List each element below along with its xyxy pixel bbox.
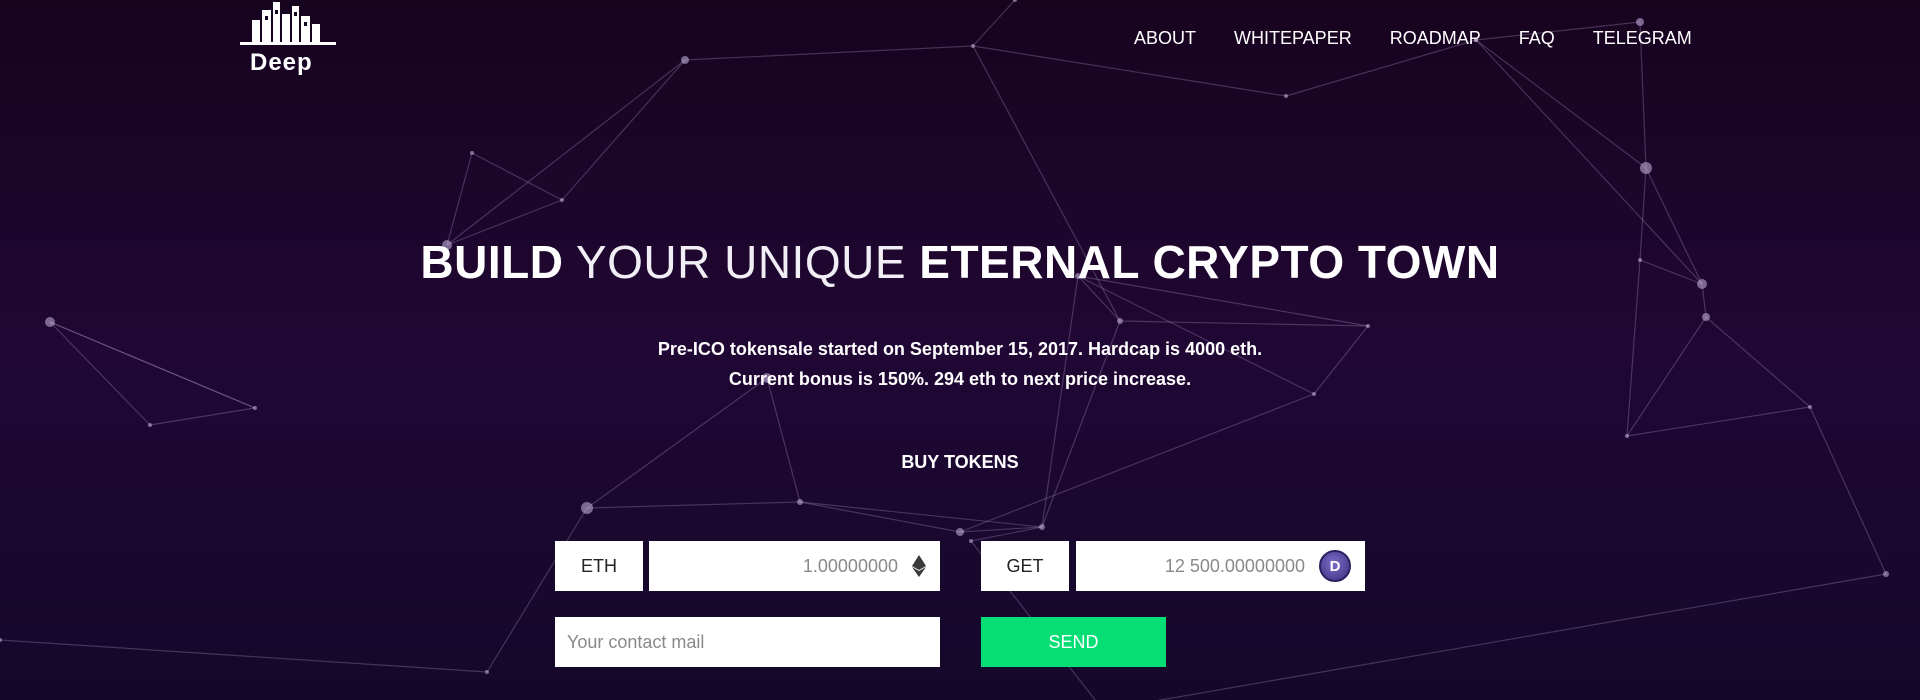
deep-coin-icon: D (1319, 550, 1351, 582)
presale-info: Pre-ICO tokensale started on September 1… (657, 339, 1263, 359)
headline-build: BUILD (420, 236, 564, 288)
nav-whitepaper[interactable]: WHITEPAPER (1234, 28, 1352, 49)
pay-currency-label: ETH (555, 541, 643, 591)
logo-wordmark: Deep (250, 49, 313, 76)
nav-about[interactable]: ABOUT (1134, 28, 1196, 49)
headline-eternal-crypto-town: ETERNAL CRYPTO TOWN (919, 236, 1500, 288)
ethereum-icon (912, 555, 926, 577)
main-nav: ABOUT WHITEPAPER ROADMAP FAQ TELEGRAM (1134, 28, 1692, 49)
token-amount-input[interactable]: 12 500.00000000 D (1076, 541, 1365, 591)
hero-headline: BUILD YOUR UNIQUE ETERNAL CRYPTO TOWN (0, 232, 1920, 292)
headline-your-unique: YOUR UNIQUE (563, 236, 920, 288)
contact-mail-input[interactable] (555, 617, 940, 667)
nav-roadmap[interactable]: ROADMAP (1390, 28, 1481, 49)
eth-amount-value: 1.00000000 (802, 555, 898, 576)
eth-amount-input[interactable]: 1.00000000 (649, 541, 940, 591)
send-button[interactable]: SEND (981, 617, 1166, 667)
token-amount-value: 12 500.00000000 (1164, 555, 1305, 576)
get-label: GET (981, 541, 1069, 591)
buy-tokens-title: BUY TOKENS (901, 452, 1019, 472)
nav-telegram[interactable]: TELEGRAM (1593, 28, 1692, 49)
city-logo-icon (240, 2, 336, 45)
nav-faq[interactable]: FAQ (1519, 28, 1555, 49)
bonus-info: Current bonus is 150%. 294 eth to next p… (728, 369, 1192, 389)
logo[interactable]: Deep (238, 0, 338, 80)
